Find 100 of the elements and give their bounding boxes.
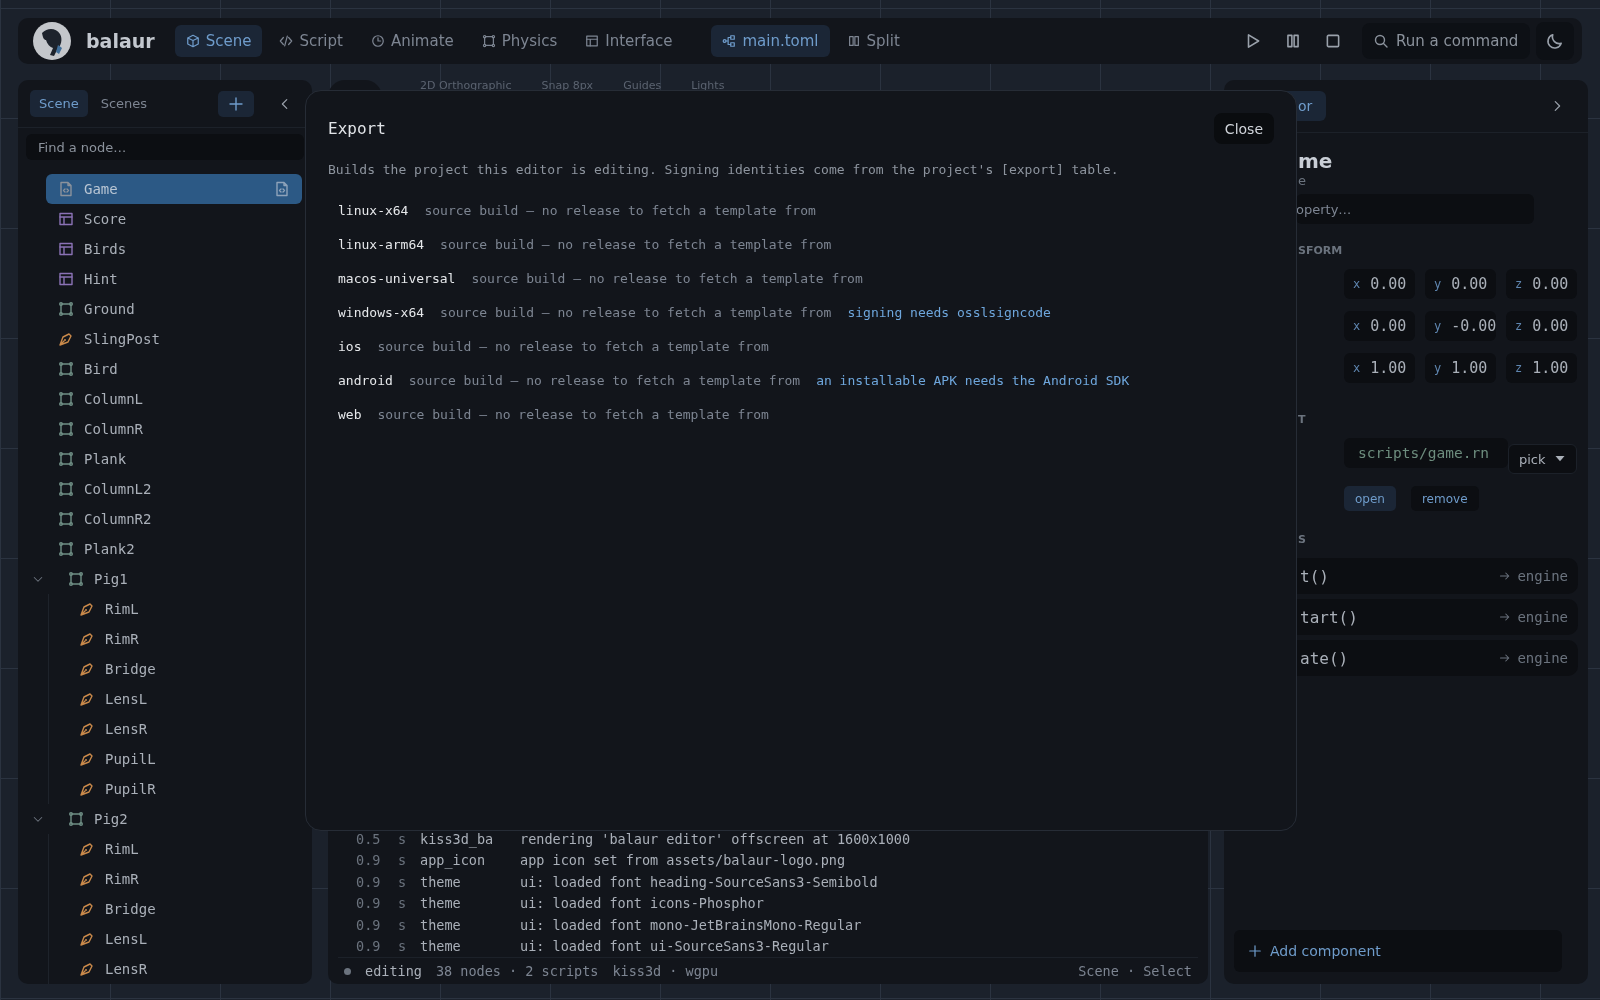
log-source: theme bbox=[420, 873, 462, 890]
tree-item[interactable]: RimR bbox=[67, 864, 302, 894]
bounding-box-icon bbox=[58, 511, 74, 527]
number-field[interactable]: x 1.00 bbox=[1344, 353, 1415, 383]
tree-item[interactable]: LensR bbox=[67, 714, 302, 744]
tree-item[interactable]: LensL bbox=[67, 924, 302, 954]
target-note: source build — no release to fetch a template from bbox=[377, 338, 769, 354]
tree-item[interactable]: PupilR bbox=[67, 774, 302, 804]
tree-item[interactable]: ColumnL2 bbox=[46, 474, 302, 504]
panel-tab[interactable]: Scenes bbox=[91, 90, 157, 118]
bounding-box-icon bbox=[58, 301, 74, 317]
method-name: tart() bbox=[1300, 607, 1358, 627]
tree-item[interactable]: Game bbox=[46, 174, 302, 204]
file-tab[interactable]: main.toml bbox=[711, 25, 830, 57]
node-subtitle: e bbox=[1298, 173, 1307, 188]
open-button[interactable]: open bbox=[1344, 486, 1396, 511]
tree-item[interactable]: RimL bbox=[67, 594, 302, 624]
log-message: rendering 'balaur editor' offscreen at 1600x1000 bbox=[520, 830, 911, 847]
tree-item[interactable]: Plank bbox=[46, 444, 302, 474]
target-name: windows-x64 bbox=[338, 304, 425, 320]
tree-item[interactable]: RimR bbox=[67, 624, 302, 654]
log-source: app_icon bbox=[420, 852, 487, 869]
log-unit: s bbox=[398, 873, 408, 890]
number-field[interactable]: x 0.00 bbox=[1344, 311, 1415, 341]
search-field[interactable]: Find a node… bbox=[26, 134, 304, 160]
field-value: 0.00 bbox=[1370, 275, 1407, 293]
node-label: Pig2 bbox=[94, 811, 128, 827]
number-field[interactable]: z 0.00 bbox=[1506, 311, 1577, 341]
number-field[interactable]: z 0.00 bbox=[1506, 269, 1577, 299]
tree-item[interactable]: Score bbox=[46, 204, 302, 234]
remove-button[interactable]: remove bbox=[1410, 486, 1479, 511]
tree-item[interactable]: Pig2 bbox=[32, 804, 302, 834]
arrow-right-icon bbox=[1499, 611, 1512, 623]
pen-icon bbox=[79, 601, 95, 617]
property-search-field[interactable]: operty… bbox=[1296, 194, 1534, 224]
field-value: 0.00 bbox=[1451, 275, 1488, 293]
tree-item[interactable]: RimL bbox=[67, 834, 302, 864]
number-field[interactable]: y 0.00 bbox=[1425, 269, 1496, 299]
pen-icon bbox=[58, 331, 74, 347]
log-message: ui: loaded font ui-SourceSans3-Regular bbox=[520, 938, 829, 955]
log-time: 0.5 bbox=[355, 830, 382, 847]
mode-tab[interactable]: Physics bbox=[470, 25, 569, 57]
plus-icon bbox=[228, 95, 244, 112]
axis-label: x bbox=[1353, 319, 1361, 333]
stop-icon[interactable] bbox=[1324, 32, 1342, 50]
pen-icon bbox=[79, 931, 95, 947]
tree-item[interactable]: ColumnR2 bbox=[46, 504, 302, 534]
tree-item[interactable]: Ground bbox=[46, 294, 302, 324]
node-label: Plank2 bbox=[84, 541, 135, 557]
tree-item[interactable]: Pig1 bbox=[32, 564, 302, 594]
node-label: RimL bbox=[105, 841, 139, 857]
tree-item[interactable]: Plank2 bbox=[46, 534, 302, 564]
tree-item[interactable]: Birds bbox=[46, 234, 302, 264]
moon-icon[interactable] bbox=[1546, 32, 1564, 50]
number-field[interactable]: x 0.00 bbox=[1344, 269, 1415, 299]
mode-tab[interactable]: Interface bbox=[574, 25, 684, 57]
tree-item[interactable]: Hint bbox=[46, 264, 302, 294]
pen-icon bbox=[79, 751, 95, 767]
number-field[interactable]: y 1.00 bbox=[1425, 353, 1496, 383]
tree-item[interactable]: Bridge bbox=[67, 894, 302, 924]
log-unit: s bbox=[398, 852, 408, 869]
arrow-right-icon bbox=[1499, 570, 1512, 582]
tree-item[interactable]: Bridge bbox=[67, 654, 302, 684]
status-mode: editing bbox=[365, 963, 422, 979]
tree-item[interactable]: PupilL bbox=[67, 744, 302, 774]
add-node-button[interactable] bbox=[218, 90, 254, 117]
script-path-field[interactable]: scripts/game.rn bbox=[1344, 438, 1508, 468]
number-field[interactable]: z 1.00 bbox=[1506, 353, 1577, 383]
mode-tab[interactable]: Scene bbox=[174, 25, 263, 57]
field-value: 1.00 bbox=[1451, 359, 1488, 377]
node-label: Birds bbox=[84, 241, 127, 257]
status-counts: 38 nodes · 2 scripts bbox=[435, 963, 599, 979]
target-name: macos-universal bbox=[338, 270, 456, 286]
mode-tab[interactable]: Animate bbox=[359, 25, 465, 57]
method-target: engine bbox=[1517, 568, 1568, 584]
number-field[interactable]: y -0.00 bbox=[1425, 311, 1496, 341]
axis-label: z bbox=[1515, 277, 1523, 291]
dialog-description: Builds the project this editor is editing. Signing identities come from the project's [export] table. bbox=[328, 162, 1120, 177]
tree-item[interactable]: Bird bbox=[46, 354, 302, 384]
pause-icon[interactable] bbox=[1284, 32, 1302, 50]
tree-item[interactable]: ColumnL bbox=[46, 384, 302, 414]
pick-dropdown[interactable]: pick bbox=[1508, 444, 1577, 474]
add-component-button[interactable]: Add component bbox=[1234, 930, 1562, 972]
mode-tab[interactable]: Script bbox=[268, 25, 354, 57]
field-value: 1.00 bbox=[1532, 359, 1569, 377]
node-label: Game bbox=[84, 181, 118, 197]
tree-item[interactable]: LensL bbox=[67, 684, 302, 714]
command-field[interactable]: Run a command bbox=[1362, 23, 1530, 59]
bounding-box-icon bbox=[68, 811, 84, 827]
bounding-box-icon bbox=[58, 541, 74, 557]
tree-item[interactable]: ColumnR bbox=[46, 414, 302, 444]
pen-icon bbox=[79, 721, 95, 737]
node-label: SlingPost bbox=[84, 331, 160, 347]
panel-tab[interactable]: Scene bbox=[30, 90, 88, 118]
tree-item[interactable]: LensR bbox=[67, 954, 302, 984]
split-button[interactable]: Split bbox=[835, 25, 911, 57]
bounding-box-icon bbox=[68, 571, 84, 587]
close-button[interactable]: Close bbox=[1213, 113, 1274, 144]
tree-item[interactable]: SlingPost bbox=[46, 324, 302, 354]
axis-label: x bbox=[1353, 361, 1361, 375]
